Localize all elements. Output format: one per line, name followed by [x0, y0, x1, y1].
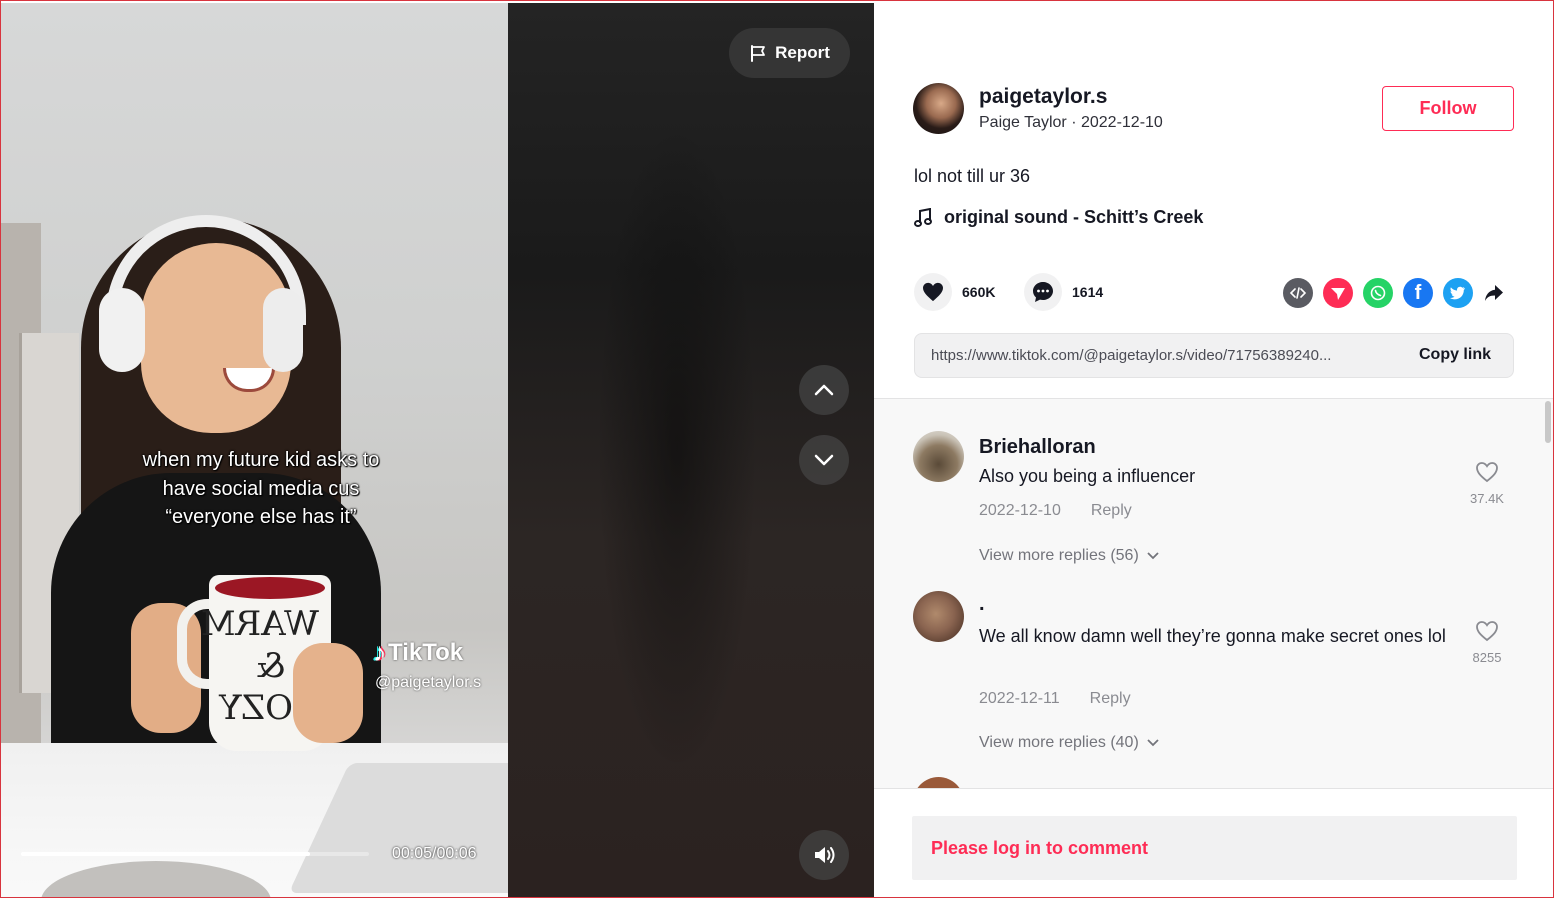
comment-avatar[interactable]: [913, 591, 964, 642]
heart-outline-icon: [1476, 462, 1498, 483]
comment-avatar[interactable]: [913, 431, 964, 482]
view-more-replies[interactable]: View more replies (56): [979, 547, 1159, 565]
comment-like[interactable]: 37.4K: [1462, 461, 1512, 506]
chevron-down-icon: [814, 454, 834, 466]
view-more-replies-label: View more replies (40): [979, 734, 1139, 751]
report-label: Report: [775, 43, 830, 62]
video-caption: when my future kid asks to have social m…: [111, 446, 411, 532]
music-note-icon: [914, 207, 932, 227]
comment-count: 1614: [1072, 284, 1104, 300]
heart-icon: [923, 282, 943, 302]
flag-icon: [751, 45, 766, 62]
comment-text: Also you being a influencer: [979, 466, 1196, 486]
reply-button[interactable]: Reply: [1091, 502, 1132, 520]
author-avatar[interactable]: [913, 83, 964, 134]
video-stage: WARM & COZY when my future kid asks to h…: [1, 3, 874, 897]
subline-separator: ·: [1066, 114, 1081, 131]
comments-list[interactable]: Briehalloran Also you being a influencer…: [874, 398, 1553, 788]
post-date: 2022-12-10: [1080, 114, 1163, 131]
headphones-earcup-left: [99, 288, 145, 372]
report-button[interactable]: Report: [729, 28, 850, 78]
video-player[interactable]: WARM & COZY when my future kid asks to h…: [1, 3, 508, 897]
follow-button[interactable]: Follow: [1382, 86, 1514, 131]
like-button[interactable]: [914, 273, 952, 311]
chevron-down-icon: [1147, 739, 1159, 747]
video-time: 00:05/00:06: [392, 845, 477, 862]
view-more-replies[interactable]: View more replies (40): [979, 734, 1159, 752]
share-row: f: [1283, 278, 1505, 308]
send-icon[interactable]: [1323, 278, 1353, 308]
previous-video-button[interactable]: [799, 365, 849, 415]
chevron-up-icon: [814, 384, 834, 396]
next-video-button[interactable]: [799, 435, 849, 485]
comment-username[interactable]: .: [979, 593, 985, 616]
mug-rim: [215, 577, 325, 599]
volume-button[interactable]: [799, 830, 849, 880]
comment-date: 2022-12-11: [979, 690, 1060, 707]
video-progress-fill: [21, 852, 310, 856]
caption-line: “everyone else has it”: [165, 506, 357, 528]
comment-meta: 2022-12-11 Reply: [979, 690, 1131, 708]
author-subline: Paige Taylor · 2022-12-10: [979, 114, 1163, 132]
comment-like-count: 8255: [1472, 650, 1502, 665]
embed-icon[interactable]: [1283, 278, 1313, 308]
comment-text: We all know damn well they’re gonna make…: [979, 626, 1446, 646]
facebook-icon[interactable]: f: [1403, 278, 1433, 308]
copy-link-button[interactable]: Copy link: [1419, 346, 1491, 364]
reply-button[interactable]: Reply: [1090, 690, 1131, 708]
whatsapp-icon[interactable]: [1363, 278, 1393, 308]
like-stat[interactable]: 660K: [914, 273, 995, 311]
tiktok-logo-icon: ♪: [373, 637, 386, 667]
comment-meta: 2022-12-10 Reply: [979, 502, 1132, 520]
video-progress-bar[interactable]: [21, 852, 369, 856]
comment-username[interactable]: Briehalloran: [979, 436, 1096, 459]
share-arrow-icon[interactable]: [1483, 278, 1505, 308]
comment-avatar-partial[interactable]: [913, 777, 964, 788]
caption-line: when my future kid asks to: [142, 449, 380, 471]
caption-line: have social media cus: [162, 477, 360, 500]
watermark-brand: TikTok: [388, 638, 464, 666]
author-display-name: Paige Taylor: [979, 114, 1067, 131]
music-link[interactable]: original sound - Schitt’s Creek: [914, 207, 1203, 228]
chevron-down-icon: [1147, 552, 1159, 560]
twitter-icon[interactable]: [1443, 278, 1473, 308]
comment-like[interactable]: 8255: [1462, 620, 1512, 665]
comment-button[interactable]: [1024, 273, 1062, 311]
watermark-username: @paigetaylor.s: [375, 674, 482, 691]
comment-stat[interactable]: 1614: [1024, 273, 1103, 311]
comment-icon: [1033, 282, 1053, 302]
video-url[interactable]: https://www.tiktok.com/@paigetaylor.s/vi…: [931, 347, 1401, 364]
like-count: 660K: [962, 284, 996, 300]
comments-scrollbar[interactable]: [1545, 401, 1551, 443]
login-to-comment[interactable]: Please log in to comment: [912, 816, 1517, 880]
info-panel: paigetaylor.s Paige Taylor · 2022-12-10 …: [874, 3, 1553, 897]
heart-outline-icon: [1476, 621, 1498, 642]
headphones-earcup-right: [263, 288, 303, 372]
comment-like-count: 37.4K: [1470, 491, 1504, 506]
author-username[interactable]: paigetaylor.s: [979, 85, 1107, 109]
scene-hand-right: [293, 643, 363, 743]
comment-date: 2022-12-10: [979, 502, 1061, 519]
copy-link-box: https://www.tiktok.com/@paigetaylor.s/vi…: [914, 333, 1514, 378]
volume-icon: [815, 847, 835, 863]
music-title: original sound - Schitt’s Creek: [944, 207, 1204, 227]
post-description: lol not till ur 36: [914, 166, 1031, 186]
tiktok-watermark: ♪ TikTok @paigetaylor.s: [373, 637, 481, 692]
comment-bar: Please log in to comment: [874, 788, 1553, 897]
view-more-replies-label: View more replies (56): [979, 547, 1139, 564]
